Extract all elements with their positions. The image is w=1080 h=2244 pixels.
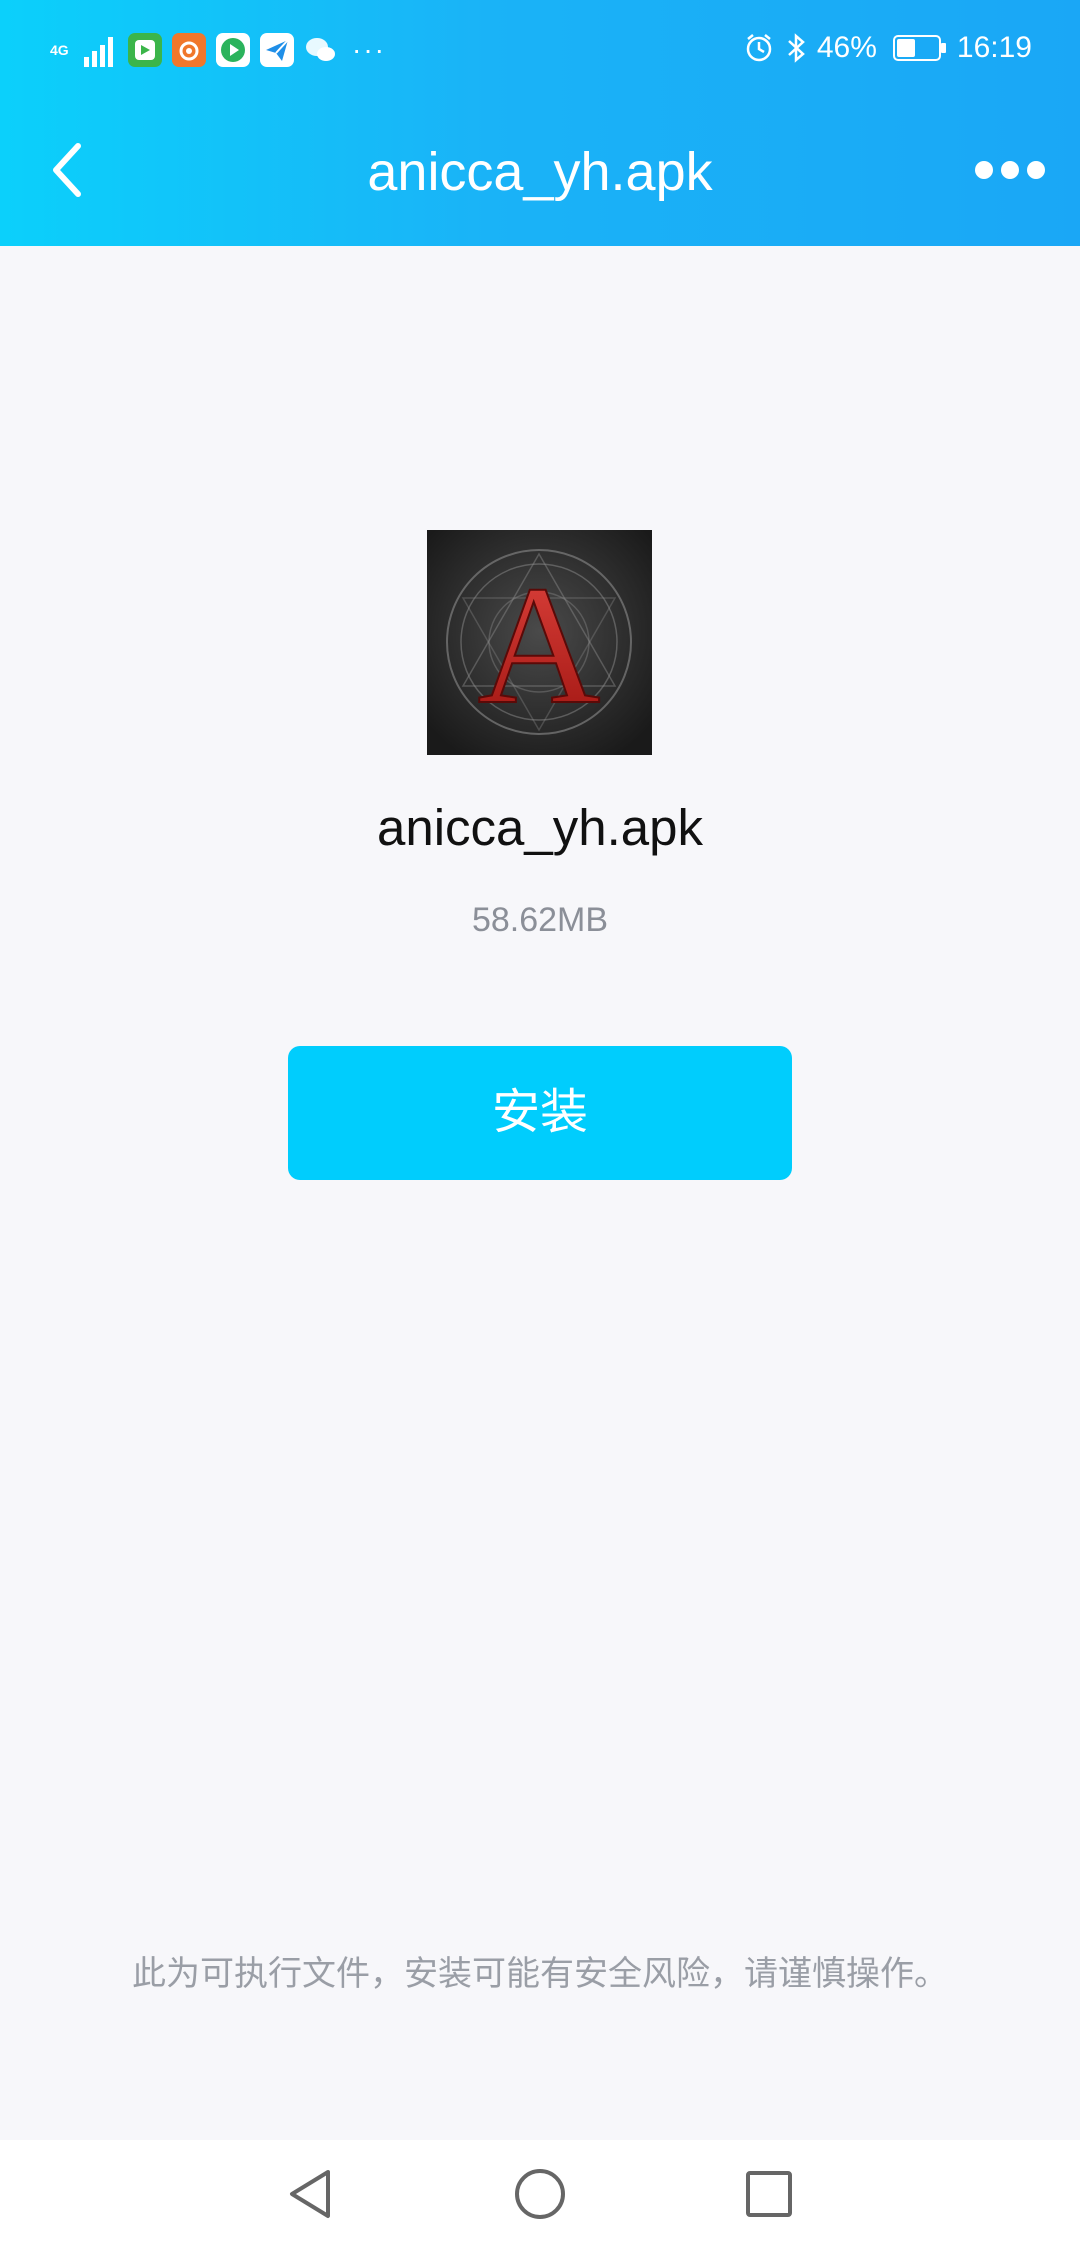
app-logo-letter: A [478,551,601,739]
file-name: anicca_yh.apk [376,799,704,856]
install-button[interactable]: 安装 [288,1046,792,1180]
more-notifications-icon: ··· [352,34,386,65]
recent-square-icon [746,2171,792,2217]
status-right: 46% 16:19 [743,28,1032,68]
clock: 16:19 [956,31,1032,64]
game-center-icon [128,33,162,67]
nav-recent-button[interactable] [737,2162,801,2226]
video-player-icon [216,33,250,67]
page-title: anicca_yh.apk [367,142,713,202]
nav-home-button[interactable] [508,2162,572,2226]
uc-browser-icon [172,33,206,67]
paper-plane-icon [260,33,294,67]
more-options-button[interactable] [972,150,1048,190]
security-warning-text: 此为可执行文件，安装可能有安全风险，请谨慎操作。 [132,1955,948,1993]
title-bar: anicca_yh.apk [0,100,1080,246]
navigation-bar [0,2140,1080,2244]
signal-strength-icon [84,37,113,67]
nav-back-button[interactable] [278,2162,342,2226]
alarm-icon [746,34,772,62]
header: 4G ··· 46% 16:19 anicca_yh.apk [0,0,1080,246]
more-dot-icon [1027,161,1045,179]
status-left: 4G ··· [50,30,386,70]
battery-icon [892,35,946,61]
battery-percent: 46% [816,31,877,64]
wechat-icon [304,33,338,67]
more-dot-icon [1001,161,1019,179]
network-type-label: 4G [50,42,69,58]
bluetooth-icon [788,33,805,63]
more-dot-icon [975,161,993,179]
status-bar: 4G ··· 46% 16:19 [0,0,1080,100]
app-logo-icon: A [427,530,652,755]
back-triangle-icon [290,2170,330,2218]
file-size: 58.62MB [471,901,609,939]
home-circle-icon [515,2169,565,2219]
